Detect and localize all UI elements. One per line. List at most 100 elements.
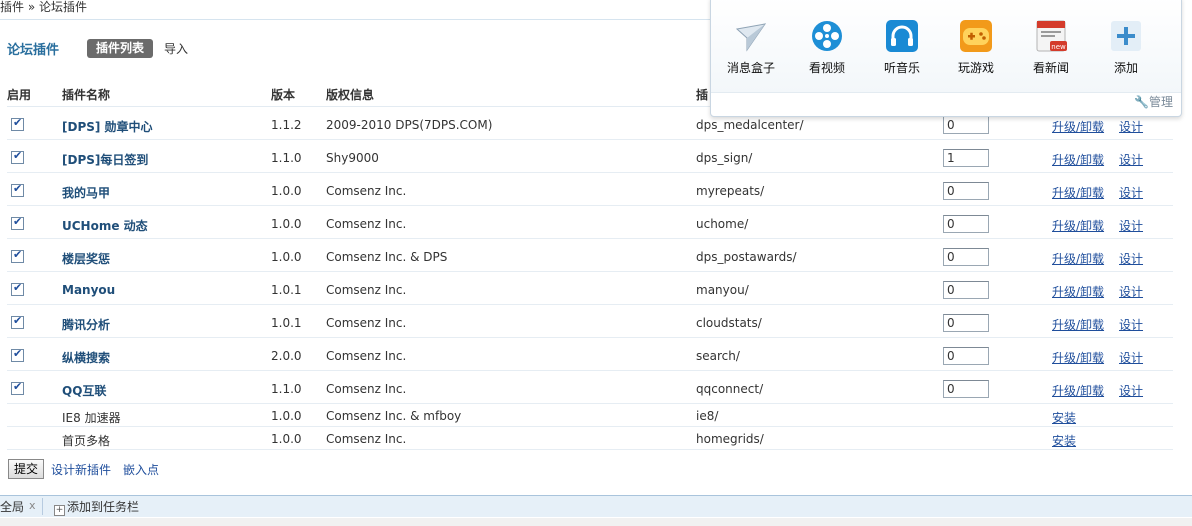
plugin-version: 1.1.2 — [271, 118, 302, 132]
display-order-input[interactable]: 0 — [943, 215, 989, 233]
upgrade-uninstall-link[interactable]: 升级/卸载 — [1052, 283, 1104, 300]
enable-checkbox[interactable] — [11, 215, 24, 230]
design-link[interactable]: 设计 — [1119, 349, 1143, 366]
plugin-directory: dps_sign/ — [696, 151, 753, 165]
submit-button[interactable]: 提交 — [8, 459, 44, 479]
display-order-input[interactable]: 0 — [943, 248, 989, 266]
table-row: UCHome 动态 1.0.0 Comsenz Inc. uchome/ 0 升… — [7, 206, 1173, 239]
breadcrumb: 插件 » 论坛插件 — [0, 0, 87, 14]
embed-points-link[interactable]: 嵌入点 — [123, 461, 159, 478]
manage-label: 管理 — [1148, 95, 1173, 109]
display-order-input[interactable]: 0 — [943, 281, 989, 299]
plugin-name: QQ互联 — [62, 384, 107, 398]
enable-checkbox[interactable] — [11, 347, 24, 362]
plugin-name: IE8 加速器 — [62, 411, 121, 425]
app-play-games[interactable]: 玩游戏 — [946, 19, 1006, 76]
enable-checkbox[interactable] — [11, 380, 24, 395]
upgrade-uninstall-link[interactable]: 升级/卸载 — [1052, 250, 1104, 267]
display-order-input[interactable]: 0 — [943, 182, 989, 200]
add-to-taskbar-button[interactable]: + 添加到任务栏 — [54, 498, 139, 516]
design-new-plugin-link[interactable]: 设计新插件 — [51, 461, 111, 478]
app-label: 玩游戏 — [957, 61, 994, 75]
headphones-icon — [886, 20, 918, 52]
plugin-name: 纵横搜索 — [62, 351, 111, 365]
header-enabled: 启用 — [7, 88, 32, 102]
design-link[interactable]: 设计 — [1119, 316, 1143, 333]
tab-import[interactable]: 导入 — [164, 40, 188, 57]
plugin-name: 腾讯分析 — [62, 318, 111, 332]
enable-checkbox[interactable] — [11, 314, 24, 329]
plugin-copyright: Comsenz Inc. — [326, 217, 407, 231]
manage-link[interactable]: 🔧管理 — [1134, 93, 1173, 110]
plugin-version: 1.0.1 — [271, 283, 302, 297]
plugin-directory: myrepeats/ — [696, 184, 765, 198]
plugin-version: 1.0.0 — [271, 184, 302, 198]
enable-checkbox[interactable] — [11, 281, 24, 296]
app-label: 看视频 — [808, 61, 845, 75]
header-name: 插件名称 — [62, 88, 111, 102]
plugin-copyright: Comsenz Inc. — [326, 432, 407, 446]
enable-checkbox[interactable] — [11, 149, 24, 164]
enable-checkbox[interactable] — [11, 116, 24, 131]
plugin-name: 我的马甲 — [62, 186, 111, 200]
app-label: 消息盒子 — [726, 61, 775, 75]
plugin-directory: dps_medalcenter/ — [696, 118, 804, 132]
taskbar-tab-global[interactable]: 全局 — [0, 498, 24, 515]
upgrade-uninstall-link[interactable]: 升级/卸载 — [1052, 382, 1104, 399]
plugin-directory: uchome/ — [696, 217, 749, 231]
plugin-name: 楼层奖惩 — [62, 252, 111, 266]
install-link[interactable]: 安装 — [1052, 432, 1076, 449]
upgrade-uninstall-link[interactable]: 升级/卸载 — [1052, 184, 1104, 201]
enable-checkbox[interactable] — [11, 182, 24, 197]
taskbar-divider — [42, 498, 43, 515]
upgrade-uninstall-link[interactable]: 升级/卸载 — [1052, 217, 1104, 234]
install-link[interactable]: 安装 — [1052, 409, 1076, 426]
plugin-version: 1.0.0 — [271, 217, 302, 231]
plus-icon: + — [54, 505, 65, 516]
newspaper-icon: new — [1036, 20, 1067, 52]
display-order-input[interactable]: 0 — [943, 314, 989, 332]
upgrade-uninstall-link[interactable]: 升级/卸载 — [1052, 316, 1104, 333]
design-link[interactable]: 设计 — [1119, 184, 1143, 201]
design-link[interactable]: 设计 — [1119, 118, 1143, 135]
enable-checkbox[interactable] — [11, 248, 24, 263]
table-row: QQ互联 1.1.0 Comsenz Inc. qqconnect/ 0 升级/… — [7, 371, 1173, 404]
plugin-name: UCHome 动态 — [62, 219, 148, 233]
upgrade-uninstall-link[interactable]: 升级/卸载 — [1052, 349, 1104, 366]
design-link[interactable]: 设计 — [1119, 250, 1143, 267]
design-link[interactable]: 设计 — [1119, 283, 1143, 300]
top-divider — [0, 19, 710, 20]
plugin-copyright: Shy9000 — [326, 151, 379, 165]
app-listen-music[interactable]: 听音乐 — [872, 19, 932, 76]
upgrade-uninstall-link[interactable]: 升级/卸载 — [1052, 151, 1104, 168]
app-add[interactable]: 添加 — [1096, 19, 1156, 76]
display-order-input[interactable]: 1 — [943, 149, 989, 167]
film-reel-icon — [812, 21, 842, 51]
plugin-directory: homegrids/ — [696, 432, 764, 446]
app-watch-video[interactable]: 看视频 — [797, 19, 857, 76]
plugin-copyright: Comsenz Inc. — [326, 283, 407, 297]
plugin-directory: manyou/ — [696, 283, 749, 297]
upgrade-uninstall-link[interactable]: 升级/卸载 — [1052, 118, 1104, 135]
display-order-input[interactable]: 0 — [943, 347, 989, 365]
app-label: 看新闻 — [1032, 61, 1069, 75]
plugin-directory: qqconnect/ — [696, 382, 764, 396]
design-link[interactable]: 设计 — [1119, 217, 1143, 234]
display-order-input[interactable]: 0 — [943, 380, 989, 398]
plugin-version: 1.1.0 — [271, 382, 302, 396]
bottom-strip — [0, 518, 1192, 526]
news-badge: new — [1051, 43, 1066, 51]
plugin-name: [DPS]每日签到 — [62, 153, 149, 167]
app-read-news[interactable]: new 看新闻 — [1021, 19, 1081, 76]
plus-icon — [1111, 21, 1141, 51]
design-link[interactable]: 设计 — [1119, 382, 1143, 399]
tab-plugin-list[interactable]: 插件列表 — [87, 39, 153, 58]
app-message-box[interactable]: 消息盒子 — [721, 19, 781, 76]
plugin-version: 2.0.0 — [271, 349, 302, 363]
table-row: 腾讯分析 1.0.1 Comsenz Inc. cloudstats/ 0 升级… — [7, 305, 1173, 338]
close-icon[interactable]: x — [29, 499, 36, 512]
add-to-taskbar-label: 添加到任务栏 — [67, 500, 140, 514]
display-order-input[interactable]: 0 — [943, 116, 989, 134]
design-link[interactable]: 设计 — [1119, 151, 1143, 168]
gamepad-icon — [960, 20, 992, 52]
